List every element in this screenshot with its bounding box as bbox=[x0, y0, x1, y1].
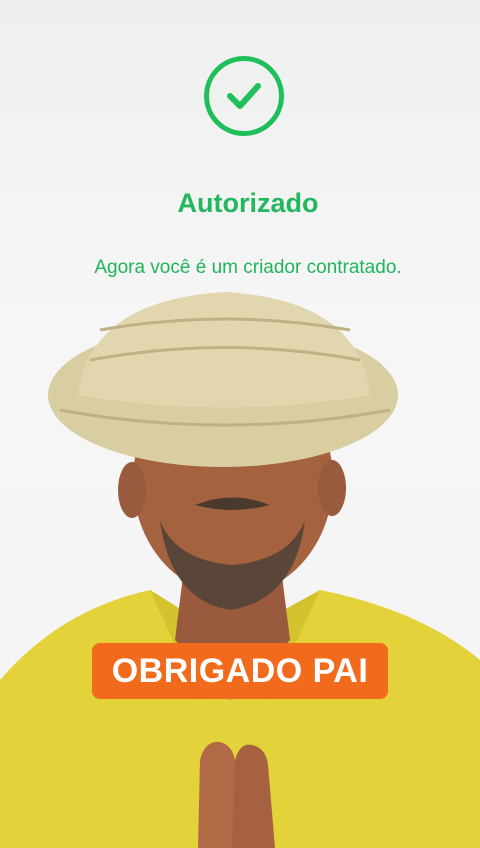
status-check-icon bbox=[204, 56, 284, 136]
person-photo bbox=[0, 292, 480, 848]
caption-banner: OBRIGADO PAI bbox=[92, 643, 388, 699]
status-message: Agora você é um criador contratado. bbox=[94, 257, 402, 278]
status-title: Autorizado bbox=[177, 188, 319, 218]
